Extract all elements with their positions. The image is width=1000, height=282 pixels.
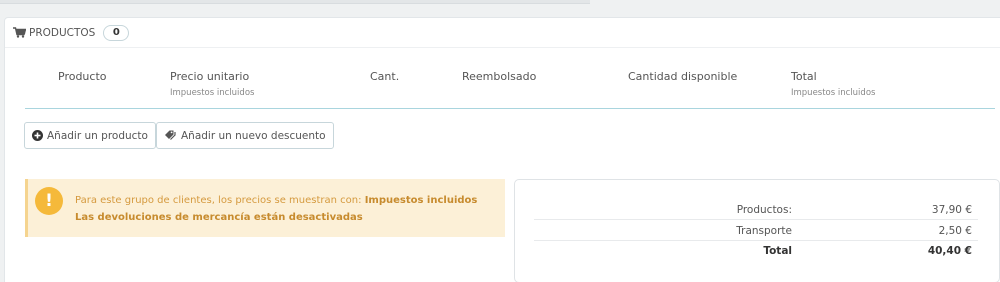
tax-warning-alert: ! Para este grupo de clientes, los preci… (25, 179, 505, 237)
shopping-cart-icon (13, 26, 27, 39)
column-subheader-total: Impuestos incluidos (791, 88, 876, 98)
tags-icon (165, 130, 176, 140)
product-count-badge: 0 (103, 24, 130, 41)
summary-value: 40,40 € (927, 245, 972, 257)
column-subheader-unit-price: Impuestos incluidos (170, 88, 255, 98)
plus-circle-icon (32, 130, 43, 141)
summary-row-shipping: Transporte 2,50 € (534, 221, 978, 241)
order-summary-box: Productos: 37,90 € Transporte 2,50 € Tot… (514, 179, 1000, 282)
summary-value: 2,50 € (938, 225, 972, 237)
add-discount-button[interactable]: Añadir un nuevo descuento (156, 122, 334, 149)
alert-line2: Las devoluciones de mercancía están desa… (75, 212, 363, 223)
column-header-unit-price: Precio unitario Impuestos incluidos (170, 70, 255, 98)
products-panel: PRODUCTOS 0 Producto Precio unitario Imp… (4, 17, 1000, 282)
column-header-quantity: Cant. (370, 70, 400, 83)
column-header-available-quantity: Cantidad disponible (628, 70, 738, 83)
summary-row-total: Total 40,40 € (534, 241, 978, 261)
panel-title: PRODUCTOS (29, 26, 96, 39)
products-table-header: Producto Precio unitario Impuestos inclu… (25, 68, 995, 109)
alert-line1-text: Para este grupo de clientes, los precios… (75, 195, 362, 206)
column-header-refunded: Reembolsado (462, 70, 537, 83)
add-product-button[interactable]: Añadir un producto (24, 122, 156, 149)
summary-row-products: Productos: 37,90 € (534, 200, 978, 220)
summary-label: Transporte (736, 225, 792, 237)
column-header-total: Total Impuestos incluidos (791, 70, 876, 98)
alert-line1-highlight: Impuestos incluidos (364, 195, 478, 206)
panel-heading: PRODUCTOS 0 (5, 18, 1000, 48)
summary-label: Productos: (736, 204, 792, 216)
summary-value: 37,90 € (931, 204, 972, 216)
summary-label: Total (763, 245, 792, 257)
warning-icon: ! (35, 187, 63, 215)
alert-message: Para este grupo de clientes, los precios… (75, 192, 477, 226)
top-divider-strip (0, 0, 590, 4)
column-header-product: Producto (58, 70, 107, 83)
